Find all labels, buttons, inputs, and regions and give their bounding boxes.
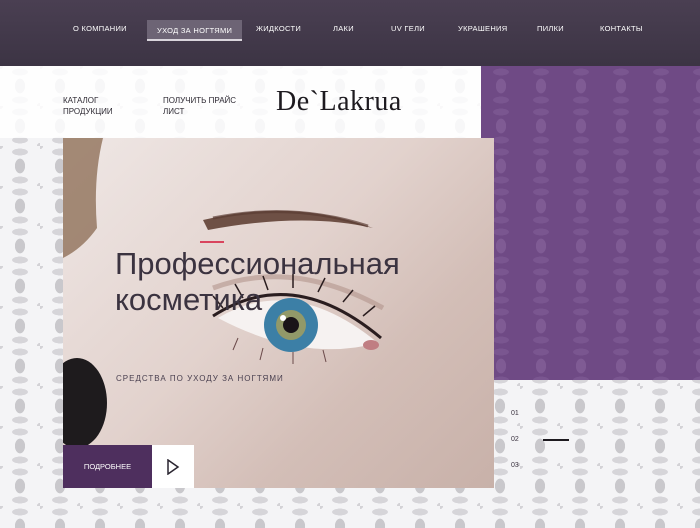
catalog-link-line1: КАТАЛОГ [63, 96, 99, 105]
nav-item-company[interactable]: О КОМПАНИИ [73, 24, 127, 33]
hero-title: Профессиональная косметика [115, 246, 435, 318]
logo[interactable]: De`Lakrua [276, 86, 402, 118]
nav-item-uv-gels[interactable]: UV ГЕЛИ [391, 24, 425, 33]
nav-item-decorations[interactable]: УКРАШЕНИЯ [458, 24, 507, 33]
purple-panel [481, 66, 700, 380]
slide-number-3[interactable]: 03 [511, 462, 519, 469]
nav-item-files[interactable]: ПИЛКИ [537, 24, 564, 33]
hero-title-line2: косметика [115, 282, 263, 317]
price-list-link-line2: ЛИСТ [163, 107, 185, 116]
hero-subtitle: СРЕДСТВА ПО УХОДУ ЗА НОГТЯМИ [116, 374, 284, 383]
catalog-link-line2: ПРОДУКЦИИ [63, 107, 113, 116]
more-button[interactable]: ПОДРОБНЕЕ [63, 445, 152, 488]
top-navigation: О КОМПАНИИ УХОД ЗА НОГТЯМИ ЖИДКОСТИ ЛАКИ… [0, 0, 700, 66]
price-list-link-line1: ПОЛУЧИТЬ ПРАЙС [163, 96, 237, 105]
play-icon [167, 458, 180, 475]
hero-title-line1: Профессиональная [115, 246, 400, 281]
active-slide-indicator [543, 439, 569, 441]
nav-item-contacts[interactable]: КОНТАКТЫ [600, 24, 643, 33]
hero-accent-line [200, 241, 224, 243]
play-button[interactable] [152, 445, 194, 488]
nav-item-nail-care[interactable]: УХОД ЗА НОГТЯМИ [147, 20, 243, 41]
nav-item-liquids[interactable]: ЖИДКОСТИ [256, 24, 301, 33]
nav-item-lacquers[interactable]: ЛАКИ [333, 24, 354, 33]
slide-number-2[interactable]: 02 [511, 436, 519, 443]
slide-number-1[interactable]: 01 [511, 410, 519, 417]
catalog-link[interactable]: КАТАЛОГ ПРОДУКЦИИ [63, 95, 133, 117]
price-list-link[interactable]: ПОЛУЧИТЬ ПРАЙС ЛИСТ [163, 95, 243, 117]
